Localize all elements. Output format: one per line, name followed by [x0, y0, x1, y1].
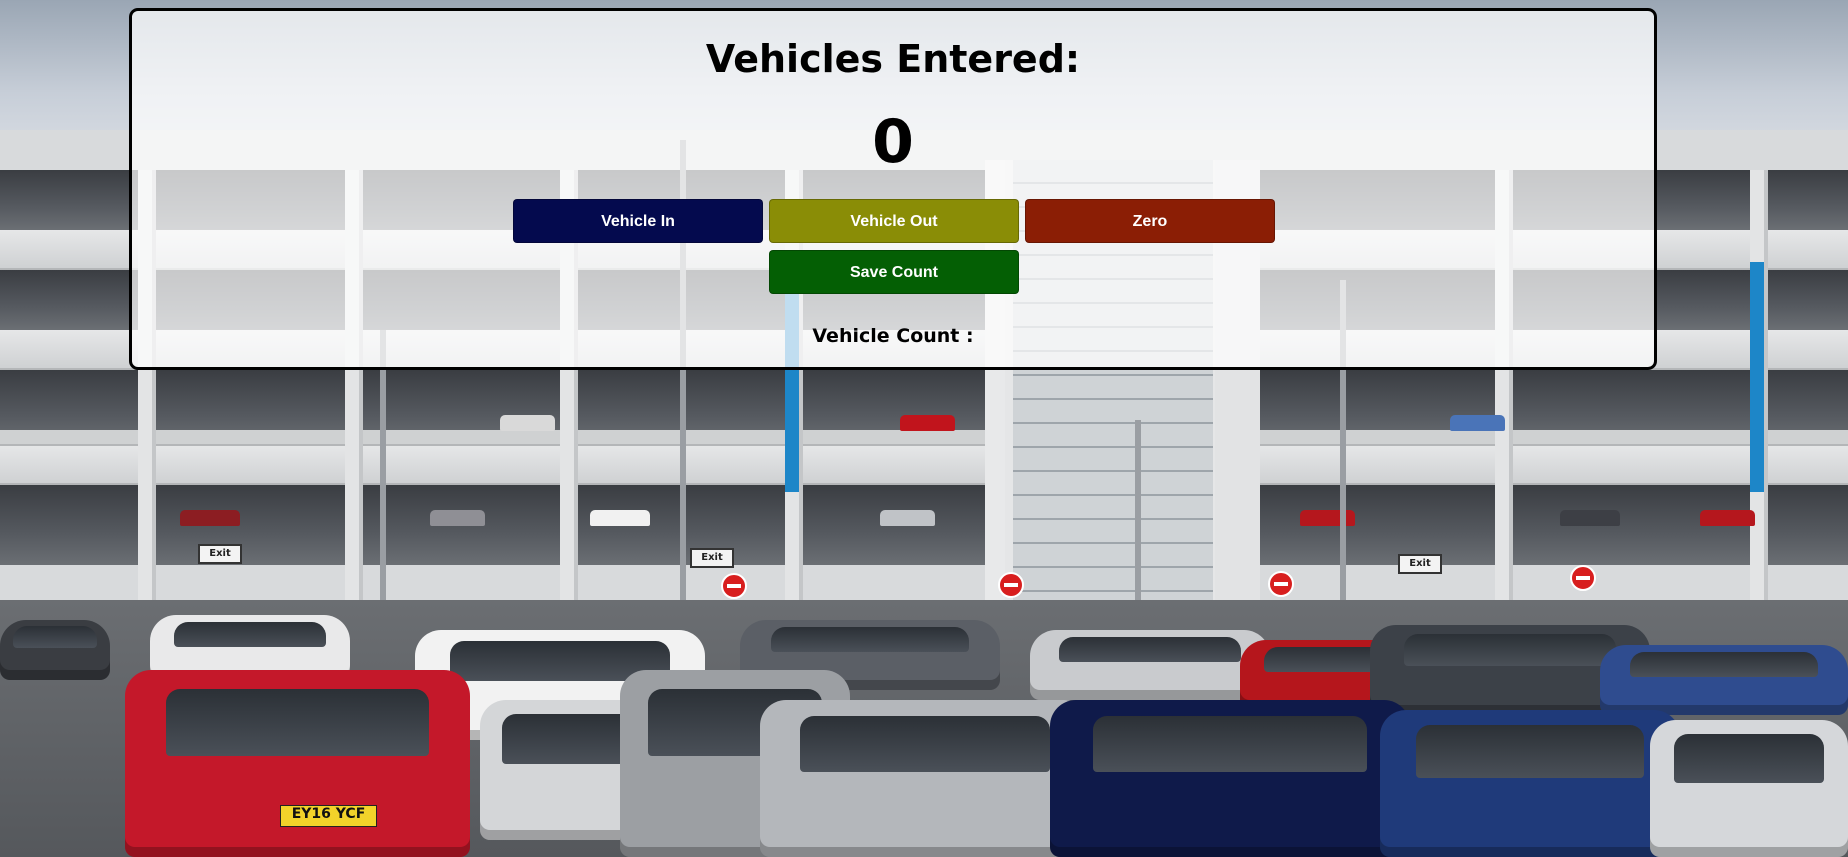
saved-count-row: Vehicle Count :: [132, 325, 1654, 347]
page-title: Vehicles Entered:: [705, 37, 1081, 81]
exit-sign: Exit: [690, 548, 734, 568]
saved-count-label: Vehicle Count :: [812, 325, 974, 347]
vehicle-in-button[interactable]: Vehicle In: [513, 199, 763, 243]
vehicle-counter-panel: Vehicles Entered: 0 Vehicle In Vehicle O…: [129, 8, 1657, 370]
zero-button[interactable]: Zero: [1025, 199, 1275, 243]
exit-sign: Exit: [198, 544, 242, 564]
exit-sign: Exit: [1398, 554, 1442, 574]
no-entry-sign: [1570, 565, 1596, 591]
vehicle-out-button[interactable]: Vehicle Out: [769, 199, 1019, 243]
no-entry-sign: [1268, 571, 1294, 597]
vehicle-counter-value: 0: [872, 107, 914, 177]
red-suv: [125, 670, 470, 857]
no-entry-sign: [721, 573, 747, 599]
no-entry-sign: [998, 572, 1024, 598]
page-background: Exit Exit Exit EY16 YCF Vehicles Entered…: [0, 0, 1848, 857]
license-plate: EY16 YCF: [280, 805, 377, 827]
save-count-button[interactable]: Save Count: [769, 250, 1019, 294]
